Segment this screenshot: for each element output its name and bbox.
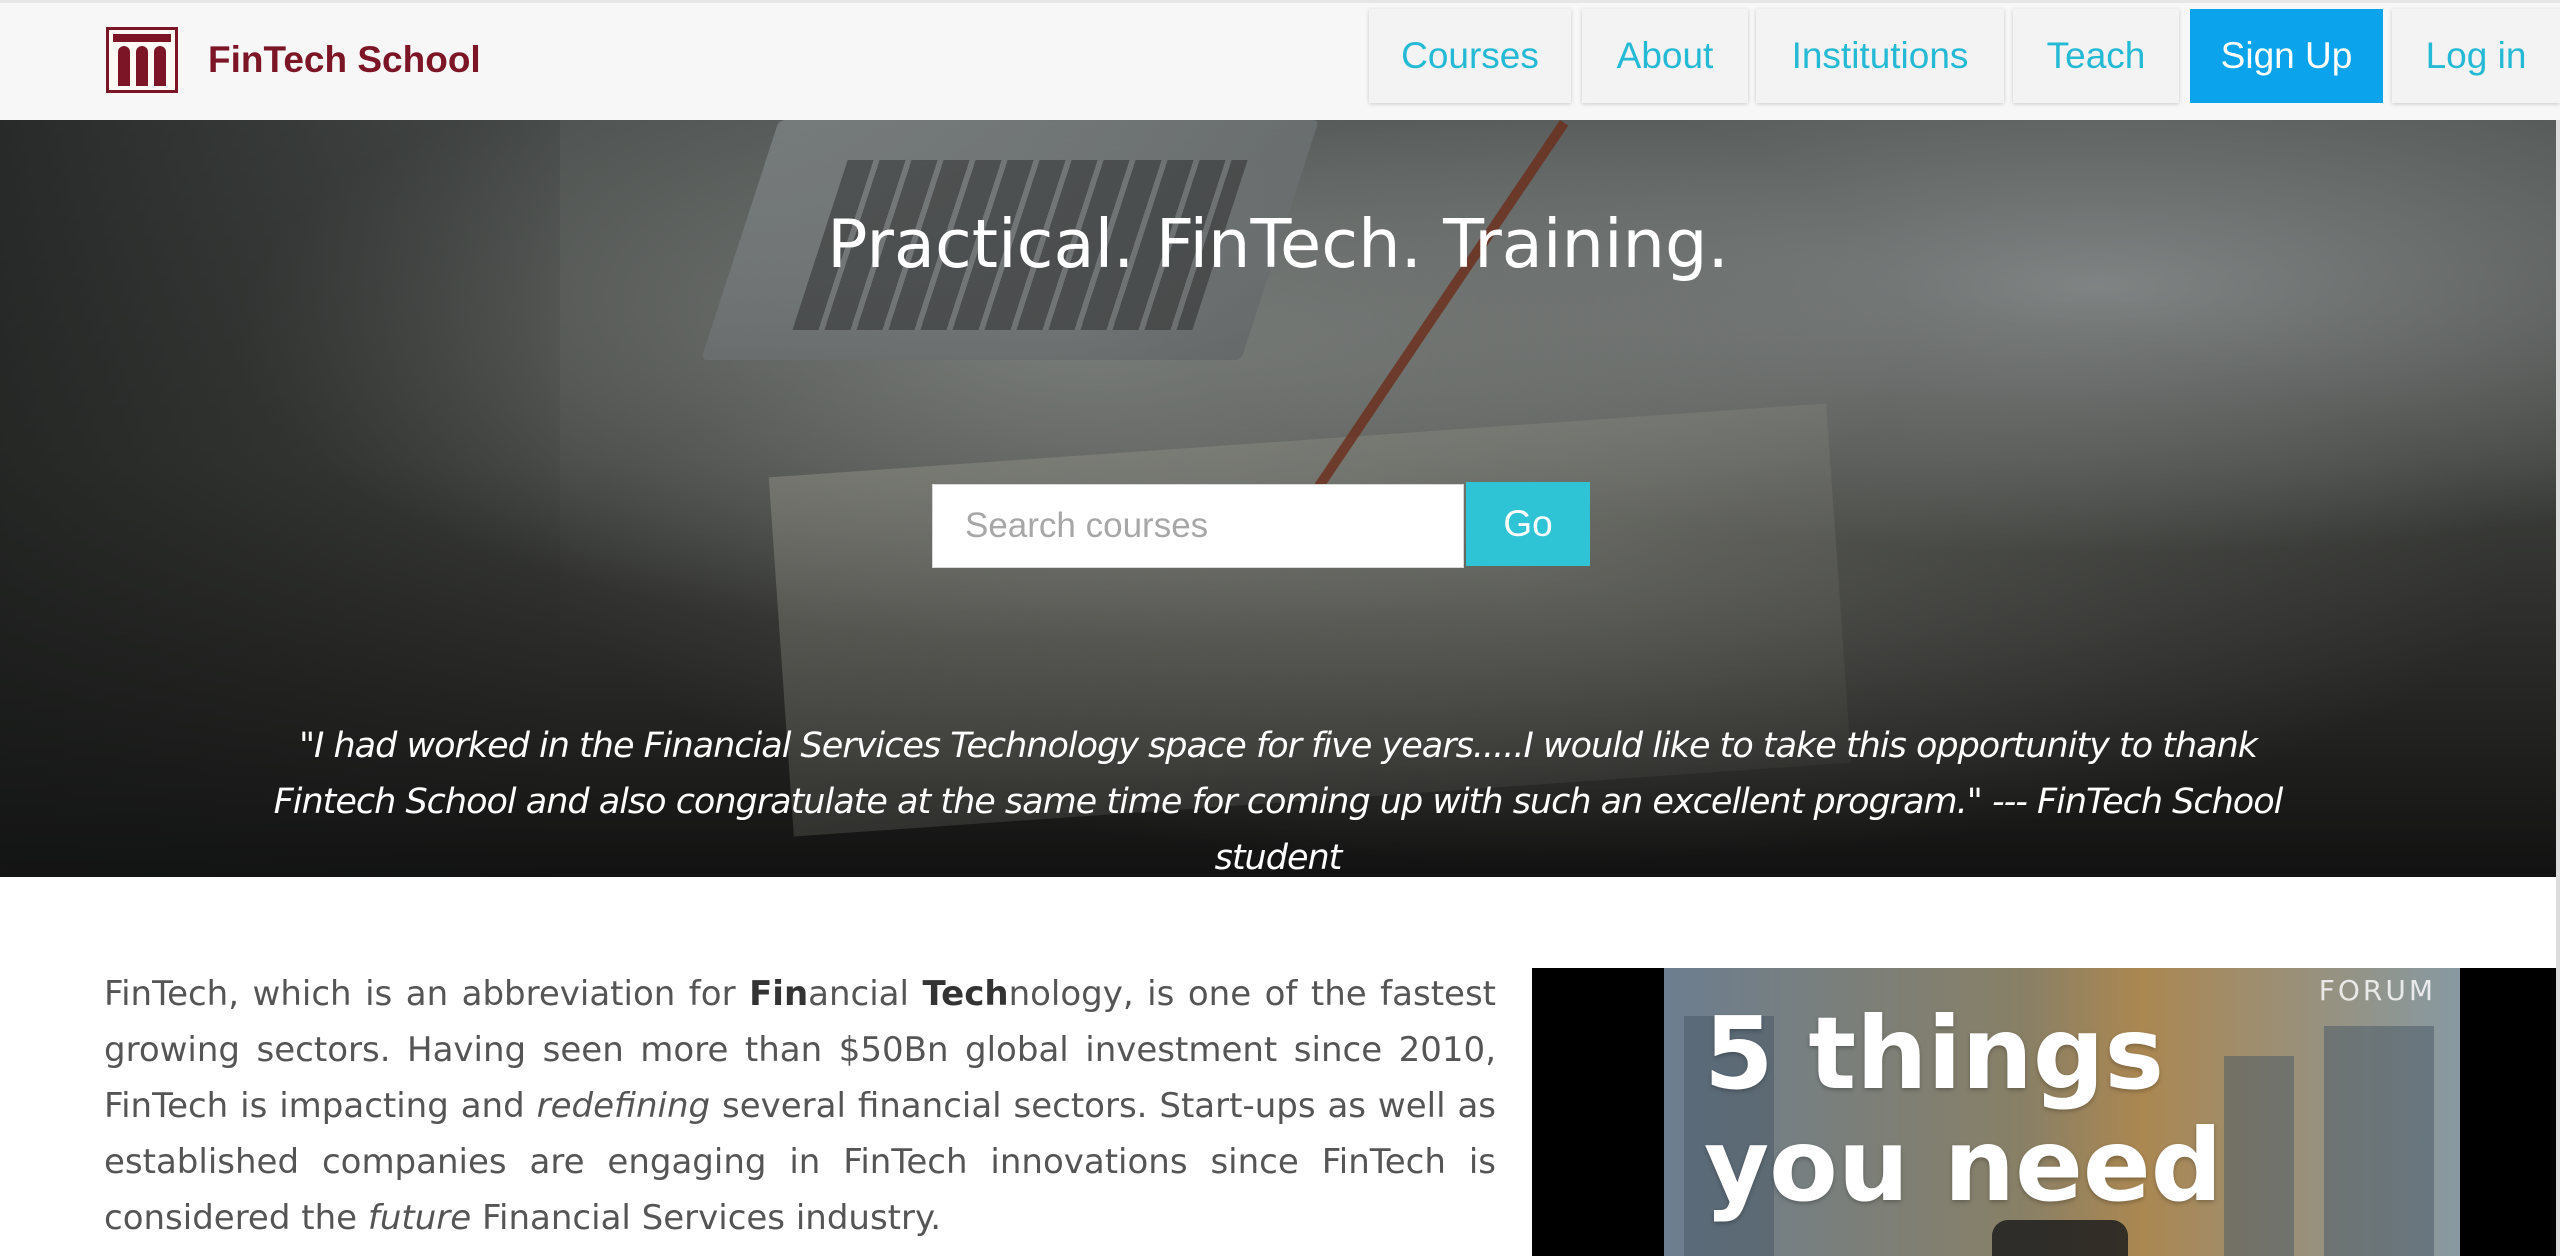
- intro-paragraph: FinTech, which is an abbreviation for Fi…: [104, 966, 1496, 1246]
- video-title-text: 5 things you need: [1704, 998, 2222, 1222]
- video-player[interactable]: FORUM 5 things you need: [1532, 968, 2560, 1256]
- login-button[interactable]: Log in: [2392, 9, 2560, 103]
- video-title-line: 5 things: [1704, 995, 2164, 1112]
- nav-teach[interactable]: Teach: [2013, 9, 2179, 103]
- signup-button[interactable]: Sign Up: [2190, 9, 2383, 103]
- video-watermark: FORUM: [2318, 974, 2436, 1007]
- go-button[interactable]: Go: [1466, 482, 1590, 566]
- intro-text: FinTech, which is an abbreviation for: [104, 974, 750, 1014]
- intro-italic-redefining: redefining: [536, 1086, 711, 1126]
- intro-text: ancial: [808, 974, 923, 1014]
- hero-title: Practical. FinTech. Training.: [827, 205, 1729, 283]
- intro-bold-tech: Tech: [922, 974, 1009, 1014]
- nav-institutions[interactable]: Institutions: [1756, 9, 2004, 103]
- nav-about[interactable]: About: [1582, 9, 1748, 103]
- school-logo-icon: [106, 27, 178, 93]
- video-title-line: you need: [1704, 1107, 2223, 1224]
- brand-name: FinTech School: [208, 39, 481, 80]
- play-icon[interactable]: [1992, 1220, 2128, 1256]
- nav-courses[interactable]: Courses: [1369, 9, 1571, 103]
- search-input[interactable]: [932, 484, 1464, 568]
- page-scrollbar[interactable]: [2556, 120, 2560, 1256]
- intro-italic-future: future: [367, 1198, 472, 1238]
- intro-bold-fin: Fin: [749, 974, 809, 1014]
- top-navbar: FinTech School Courses About Institution…: [0, 0, 2560, 120]
- video-thumbnail[interactable]: FORUM 5 things you need: [1664, 968, 2460, 1256]
- testimonial-quote: "I had worked in the Financial Services …: [273, 726, 2284, 878]
- intro-text: Financial Services industry.: [471, 1198, 942, 1238]
- brand[interactable]: FinTech School: [106, 25, 481, 95]
